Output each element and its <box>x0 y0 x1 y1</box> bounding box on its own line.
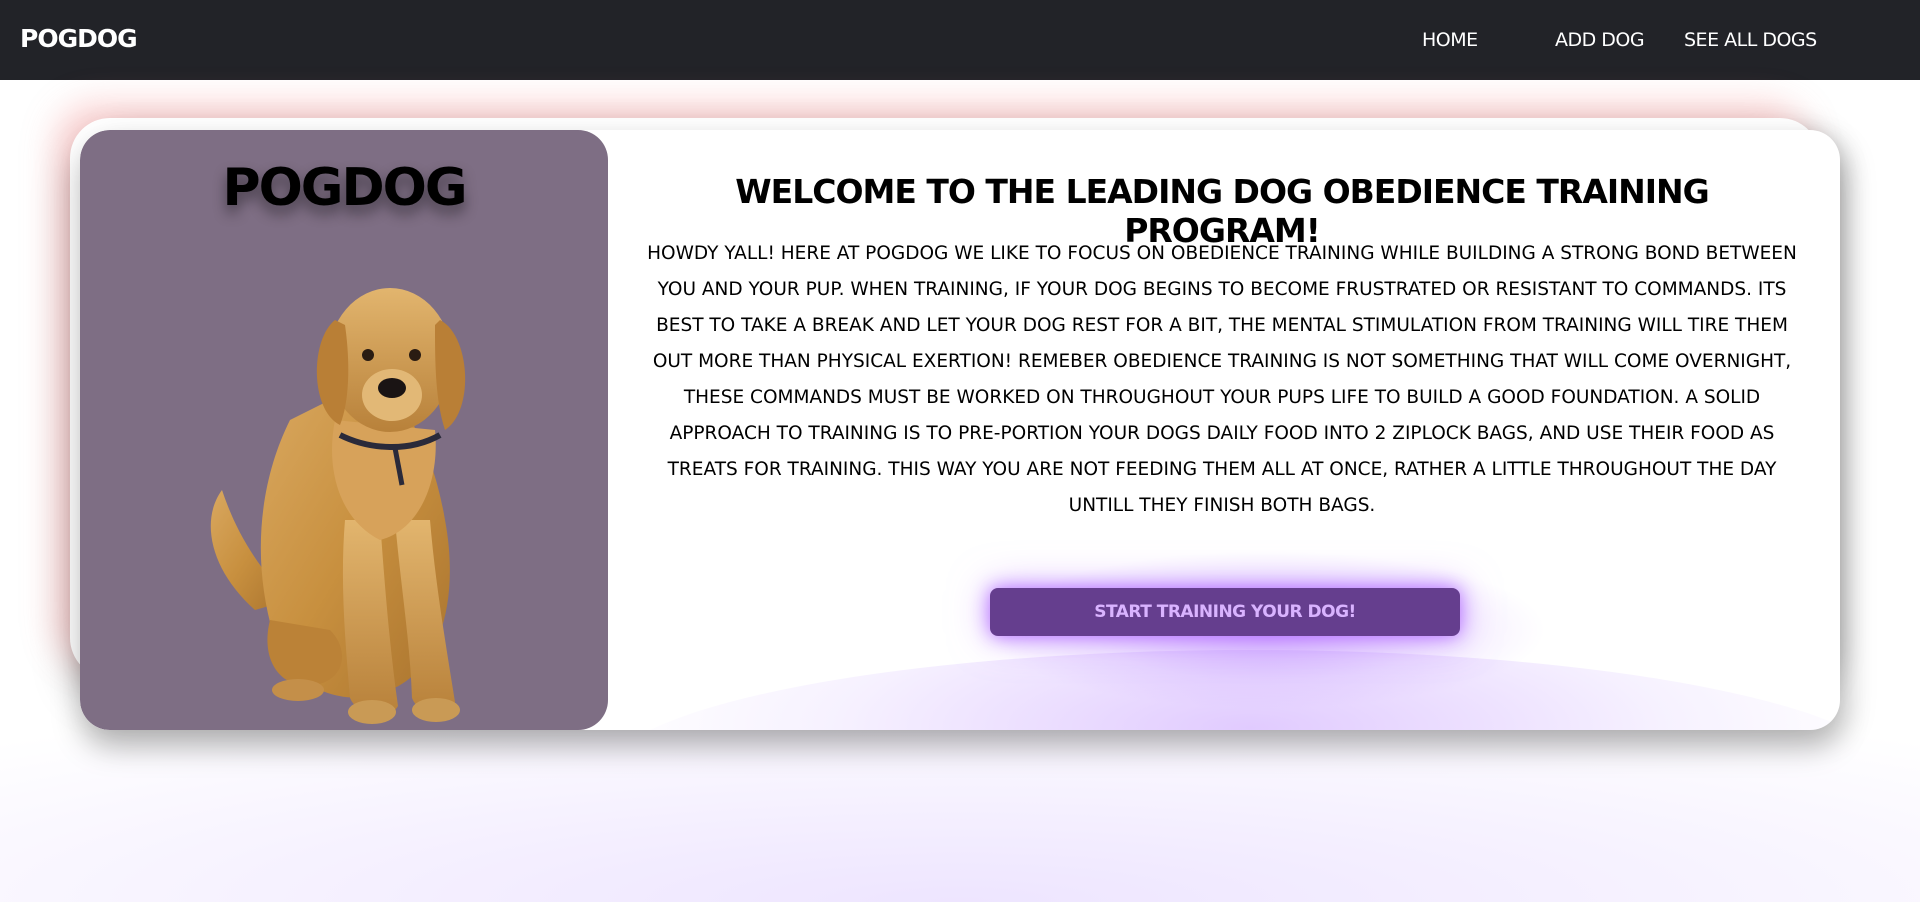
golden-retriever-puppy-image <box>210 288 466 724</box>
welcome-card: POGDOG WELCOME TO THE LEADING DOG OBEDIE… <box>80 130 1840 730</box>
start-training-button[interactable]: START TRAINING YOUR DOG! <box>990 588 1460 636</box>
dog-hind-paw <box>272 679 324 701</box>
nav-link-home[interactable]: HOME <box>1422 29 1478 51</box>
hero-title: POGDOG <box>222 158 467 218</box>
dog-nose <box>378 378 406 398</box>
hero-image-panel: POGDOG <box>80 130 608 730</box>
navbar: POGDOG HOME ADD DOG SEE ALL DOGS <box>0 0 1920 80</box>
nav-link-add-dog[interactable]: ADD DOG <box>1555 29 1645 51</box>
page: POGDOG HOME ADD DOG SEE ALL DOGS POGDOG <box>0 0 1920 902</box>
nav-link-see-all-dogs[interactable]: SEE ALL DOGS <box>1684 29 1817 51</box>
dog-paw-right <box>412 698 460 722</box>
brand-logo-link[interactable]: POGDOG <box>20 24 138 53</box>
dog-eye-right <box>409 349 421 361</box>
dog-ear-right <box>435 320 466 430</box>
intro-paragraph: HOWDY YALL! HERE AT POGDOG WE LIKE TO FO… <box>647 243 1797 516</box>
dog-paw-left <box>348 700 396 724</box>
dog-eye-left <box>362 349 374 361</box>
